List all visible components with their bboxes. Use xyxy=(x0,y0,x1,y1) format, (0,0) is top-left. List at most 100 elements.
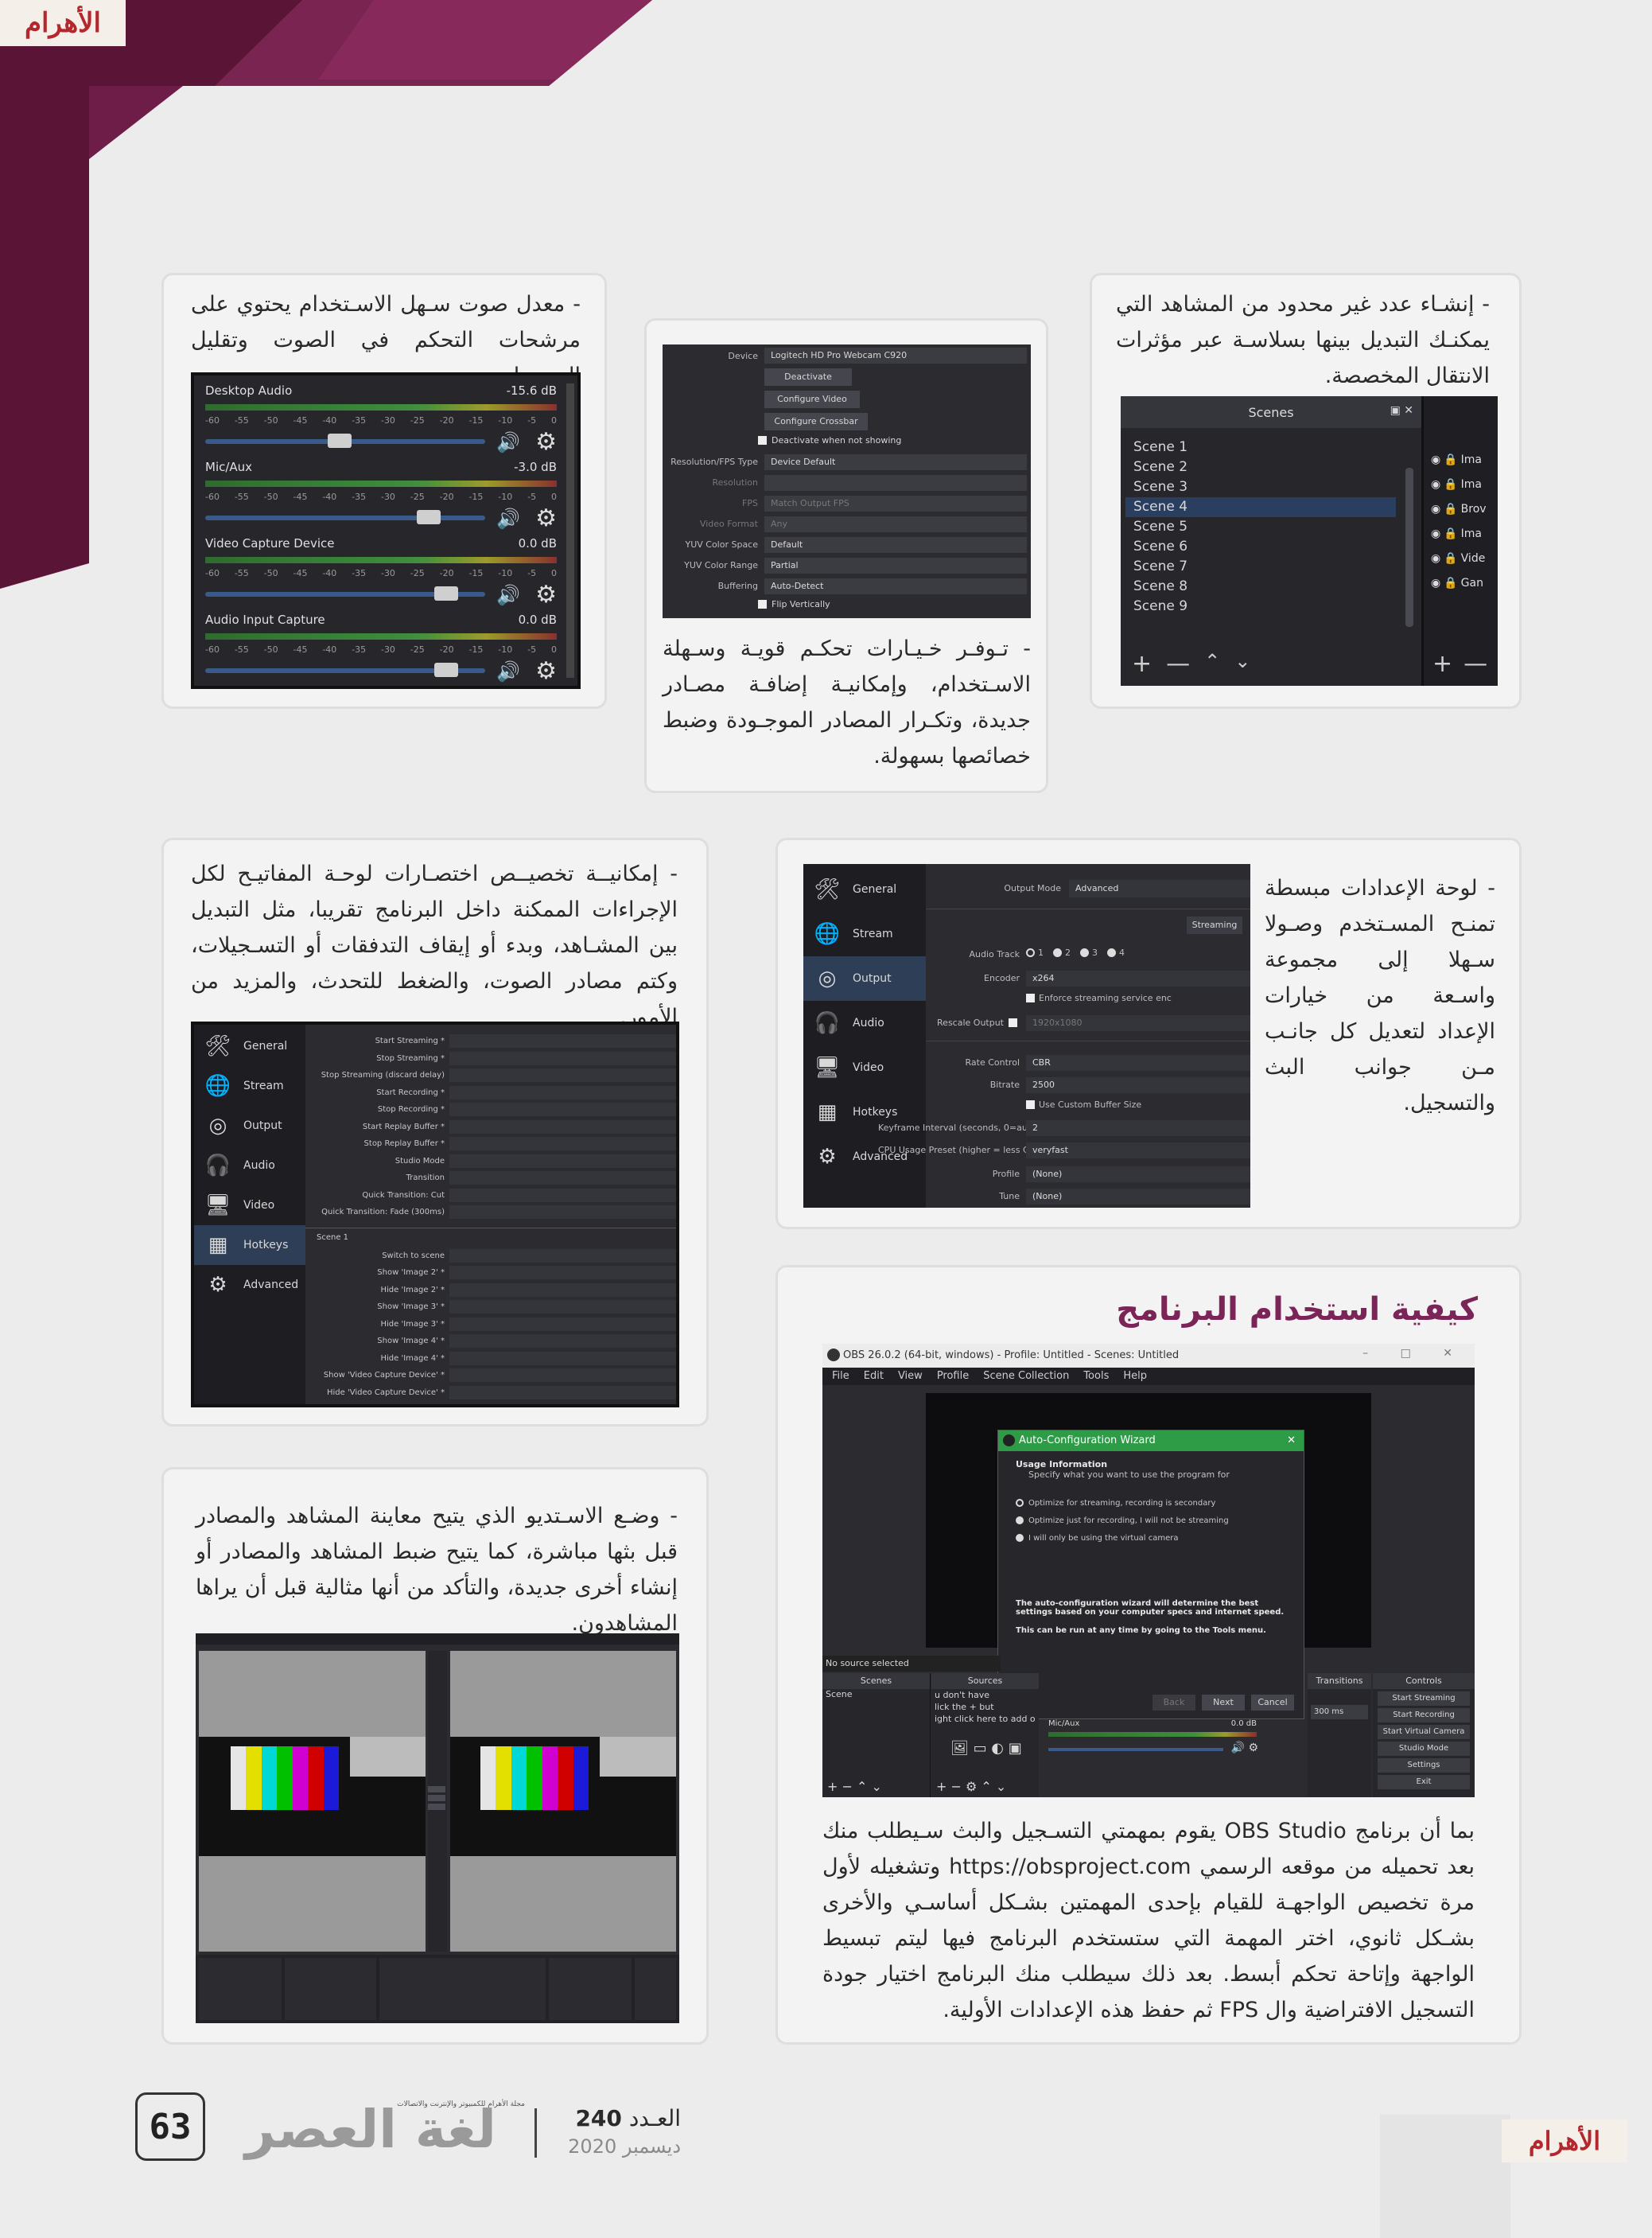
eye-icon[interactable]: ◉ xyxy=(1431,453,1440,466)
hotkey-input[interactable] xyxy=(449,1171,676,1185)
lock-icon[interactable]: 🔒 xyxy=(1444,552,1457,565)
wizard-next-button[interactable]: Next xyxy=(1202,1695,1245,1711)
volume-knob[interactable] xyxy=(417,510,441,524)
configure-video-button[interactable]: Configure Video xyxy=(764,391,860,408)
nav-item-general[interactable]: 🛠 General xyxy=(803,867,926,912)
audio-track-radio[interactable]: 4 xyxy=(1107,948,1125,958)
sources-add-icon[interactable]: + − ⚙ ⌃ ⌄ xyxy=(936,1779,1006,1794)
tab-streaming[interactable]: Streaming xyxy=(1187,917,1242,934)
configure-crossbar-button[interactable]: Configure Crossbar xyxy=(764,413,868,430)
hotkey-input[interactable] xyxy=(449,1248,676,1263)
nav-item-video[interactable]: 🖥 Video xyxy=(194,1185,305,1225)
eye-icon[interactable]: ◉ xyxy=(1431,478,1440,491)
scene-scrollbar[interactable] xyxy=(1405,468,1413,627)
control-button[interactable]: Studio Mode xyxy=(1378,1742,1470,1756)
source-item[interactable]: ◉ 🔒 Vide xyxy=(1431,546,1495,570)
transition-duration-input[interactable]: 300 ms xyxy=(1311,1705,1368,1719)
scene-item[interactable]: Scene 5 xyxy=(1125,517,1396,537)
volume-knob[interactable] xyxy=(328,434,352,448)
hotkey-input[interactable] xyxy=(449,1188,676,1202)
rescale-checkbox[interactable] xyxy=(1009,1018,1017,1027)
nav-item-general[interactable]: 🛠 General xyxy=(194,1026,305,1066)
menu-item[interactable]: Edit xyxy=(864,1368,884,1385)
menu-item[interactable]: Scene Collection xyxy=(983,1368,1069,1385)
output-row-field[interactable]: 2 xyxy=(1026,1120,1250,1136)
encoder-select[interactable]: x264 xyxy=(1026,971,1250,987)
dock-close-icon[interactable]: ▣ ✕ xyxy=(1390,404,1413,417)
hotkey-input[interactable] xyxy=(449,1085,676,1100)
deactivate-checkbox[interactable]: Deactivate when not showing xyxy=(758,435,901,446)
hotkey-input[interactable] xyxy=(449,1351,676,1365)
device-prop-select[interactable]: Match Output FPS xyxy=(764,496,1027,512)
menu-item[interactable]: Tools xyxy=(1083,1368,1109,1385)
output-row-field[interactable]: (None) xyxy=(1026,1189,1250,1205)
control-button[interactable]: Exit xyxy=(1378,1775,1470,1789)
nav-item-output[interactable]: ◎ Output xyxy=(803,956,926,1001)
wizard-option[interactable]: Optimize just for recording, I will not … xyxy=(1016,1512,1286,1529)
speaker-icon[interactable]: 🔊 xyxy=(496,584,520,606)
menu-item[interactable]: Profile xyxy=(937,1368,969,1385)
mini-speaker-icon[interactable]: 🔊 ⚙ xyxy=(1231,1742,1258,1754)
hotkey-input[interactable] xyxy=(449,1282,676,1297)
control-button[interactable]: Start Streaming xyxy=(1378,1691,1470,1706)
deactivate-button[interactable]: Deactivate xyxy=(764,368,852,386)
move-up-icon[interactable]: ⌃ xyxy=(1204,650,1220,678)
audio-track-radio[interactable]: 2 xyxy=(1053,948,1071,958)
scene-item[interactable]: Scene 8 xyxy=(1125,577,1396,597)
menu-item[interactable]: File xyxy=(832,1368,849,1385)
audio-track-radio[interactable]: 1 xyxy=(1026,948,1044,958)
wizard-option[interactable]: Optimize for streaming, recording is sec… xyxy=(1016,1494,1286,1512)
lock-icon[interactable]: 🔒 xyxy=(1444,478,1457,491)
scene-item[interactable]: Scene 3 xyxy=(1125,477,1396,497)
hotkey-input[interactable] xyxy=(449,1154,676,1168)
control-button[interactable]: Start Virtual Camera xyxy=(1378,1725,1470,1739)
remove-scene-icon[interactable]: — xyxy=(1166,650,1190,678)
move-down-icon[interactable]: ⌄ xyxy=(1234,650,1250,678)
gear-icon[interactable]: ⚙ xyxy=(535,657,557,685)
control-button[interactable]: Settings xyxy=(1378,1758,1470,1773)
gear-icon[interactable]: ⚙ xyxy=(535,581,557,609)
scene-list-item[interactable]: Scene xyxy=(822,1689,930,1699)
device-prop-select[interactable]: Device Default xyxy=(764,454,1027,470)
output-mode-select[interactable]: Advanced xyxy=(1069,880,1250,897)
audio-track-radio[interactable]: 3 xyxy=(1080,948,1098,958)
device-prop-select[interactable]: Any xyxy=(764,516,1027,532)
wizard-back-button[interactable]: Back xyxy=(1153,1695,1195,1711)
flip-checkbox[interactable]: Flip Vertically xyxy=(758,599,830,609)
scene-item[interactable]: Scene 4 xyxy=(1125,497,1396,517)
scene-item[interactable]: Scene 9 xyxy=(1125,597,1396,617)
output-row-field[interactable]: 2500 xyxy=(1026,1077,1250,1093)
source-item[interactable]: ◉ 🔒 Ima xyxy=(1431,472,1495,496)
lock-icon[interactable]: 🔒 xyxy=(1444,527,1457,540)
speaker-icon[interactable]: 🔊 xyxy=(496,660,520,683)
control-button[interactable]: Start Recording xyxy=(1378,1708,1470,1722)
source-item[interactable]: ◉ 🔒 Ima xyxy=(1431,447,1495,472)
source-item[interactable]: ◉ 🔒 Brov xyxy=(1431,496,1495,521)
nav-item-video[interactable]: 🖥 Video xyxy=(803,1045,926,1090)
menu-item[interactable]: View xyxy=(898,1368,923,1385)
source-item[interactable]: ◉ 🔒 Gan xyxy=(1431,570,1495,595)
enforce-checkbox[interactable]: Enforce streaming service enc xyxy=(1026,993,1172,1003)
buffer-checkbox[interactable]: Use Custom Buffer Size xyxy=(1026,1100,1141,1110)
hotkey-input[interactable] xyxy=(449,1137,676,1151)
output-row-field[interactable]: veryfast xyxy=(1026,1142,1250,1158)
hotkey-input[interactable] xyxy=(449,1051,676,1065)
remove-source-icon[interactable]: — xyxy=(1463,650,1487,678)
device-select[interactable]: Logitech HD Pro Webcam C920 xyxy=(764,348,1027,364)
hotkey-input[interactable] xyxy=(449,1205,676,1220)
add-scene-icon[interactable]: + xyxy=(1132,650,1152,678)
mini-volume-slider[interactable] xyxy=(1048,1748,1223,1751)
scene-item[interactable]: Scene 7 xyxy=(1125,557,1396,577)
hotkey-input[interactable] xyxy=(449,1385,676,1399)
hotkey-input[interactable] xyxy=(449,1119,676,1134)
mixer-scrollbar[interactable] xyxy=(566,383,574,678)
volume-slider[interactable] xyxy=(205,516,485,520)
menu-item[interactable]: Help xyxy=(1123,1368,1147,1385)
gear-icon[interactable]: ⚙ xyxy=(535,428,557,456)
wizard-option[interactable]: I will only be using the virtual camera xyxy=(1016,1529,1286,1547)
nav-item-stream[interactable]: 🌐 Stream xyxy=(803,912,926,956)
hotkey-input[interactable] xyxy=(449,1317,676,1331)
hotkey-input[interactable] xyxy=(449,1103,676,1117)
device-prop-select[interactable]: Auto-Detect xyxy=(764,578,1027,594)
nav-item-audio[interactable]: 🎧 Audio xyxy=(194,1146,305,1185)
